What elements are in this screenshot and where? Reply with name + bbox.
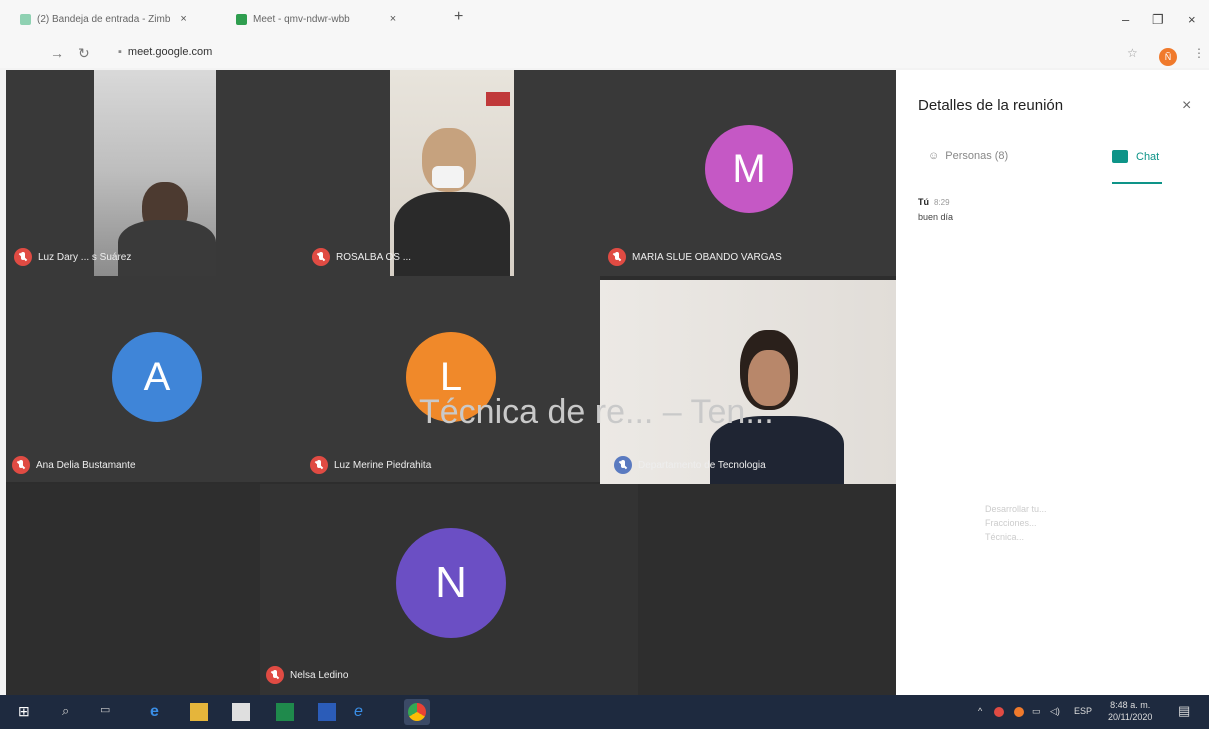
reload-icon[interactable]: ↻ [78, 45, 90, 62]
mic-off-icon [266, 666, 284, 684]
new-tab-button[interactable]: + [454, 8, 463, 26]
participant-tile[interactable]: A Ana Delia Bustamante [6, 276, 306, 482]
mic-off-icon [608, 248, 626, 266]
mic-off-icon [14, 248, 32, 266]
empty-tile [6, 484, 260, 695]
participant-tile[interactable]: Luz Dary ... s Suárez [6, 70, 216, 276]
ie-icon[interactable]: e [354, 703, 372, 721]
windows-start-icon[interactable]: ⊞ [18, 703, 36, 721]
edge-icon[interactable]: e [150, 703, 168, 721]
url-text: meet.google.com [127, 46, 213, 58]
volume-icon[interactable]: ◁) [1050, 706, 1060, 717]
store-icon[interactable] [232, 703, 250, 721]
close-window-button[interactable]: × [1188, 12, 1196, 27]
task-view-icon[interactable]: ▭ [100, 703, 118, 721]
tray-record-icon[interactable] [994, 707, 1004, 717]
browser-menu-icon[interactable]: ⋮ [1193, 46, 1205, 60]
participant-avatar: M [705, 125, 793, 213]
participant-name: ROSALBA OS ... [312, 248, 411, 266]
profile-avatar[interactable]: Ñ [1159, 48, 1177, 66]
excel-icon[interactable] [276, 703, 294, 721]
chrome-icon[interactable] [404, 699, 430, 725]
browser-tab-bar: (2) Bandeja de entrada - Zimb × Meet - q… [0, 0, 1209, 38]
close-tab-icon[interactable]: × [180, 13, 186, 25]
file-explorer-icon[interactable] [190, 703, 208, 721]
clock[interactable]: 8:48 a. m. 20/11/2020 [1108, 699, 1152, 723]
mic-icon [614, 456, 632, 474]
tab-title: (2) Bandeja de entrada - Zimb [37, 13, 171, 25]
mic-off-icon [12, 456, 30, 474]
tab-meet[interactable]: Meet - qmv-ndwr-wbb × [236, 8, 396, 30]
tab-people[interactable]: ☺ Personas (8) [928, 150, 1008, 162]
search-icon[interactable]: ⌕ [62, 703, 80, 721]
close-panel-button[interactable]: × [1182, 97, 1191, 115]
participant-avatar: A [112, 332, 202, 422]
message-sender: Tú [918, 197, 929, 207]
bookmark-star-icon[interactable]: ☆ [1127, 46, 1138, 60]
mail-icon [20, 13, 31, 25]
network-icon[interactable]: ▭ [1032, 706, 1041, 717]
url-field[interactable]: ▪ meet.google.com [118, 46, 212, 58]
participant-tile[interactable]: ROSALBA OS ... [216, 70, 514, 276]
notifications-icon[interactable]: ▤ [1178, 703, 1190, 719]
participant-name: MARIA SLUE OBANDO VARGAS [608, 248, 782, 266]
empty-tile [638, 484, 896, 695]
word-icon[interactable] [318, 703, 336, 721]
chat-icon [1112, 150, 1128, 163]
close-tab-icon[interactable]: × [390, 13, 396, 25]
windows-taskbar: ⊞ ⌕ ▭ e e ^ ▭ ◁) ESP 8:48 a. m. 20/11/20… [0, 695, 1209, 729]
participant-name: Departamento de Tecnologia [614, 456, 766, 474]
message-time: 8:29 [934, 198, 950, 207]
meet-icon [236, 13, 247, 25]
presentation-bullets: Desarrollar tu... Fracciones... Técnica.… [985, 504, 1047, 542]
message-text: buen día [918, 212, 954, 222]
participant-name: Luz Dary ... s Suárez [14, 248, 131, 266]
presentation-title: Técnica de re... – Ten... [419, 393, 774, 431]
minimize-button[interactable]: – [1122, 12, 1129, 27]
tab-inbox[interactable]: (2) Bandeja de entrada - Zimb × [20, 8, 187, 30]
tab-chat[interactable]: Chat [1112, 150, 1159, 163]
camera-feed [390, 70, 514, 276]
tray-expand-icon[interactable]: ^ [978, 706, 982, 716]
people-icon: ☺ [928, 150, 940, 162]
participant-name: Luz Merine Piedrahita [310, 456, 431, 474]
tab-title: Meet - qmv-ndwr-wbb [253, 13, 350, 25]
forward-icon[interactable]: → [50, 45, 64, 61]
language-indicator[interactable]: ESP [1074, 706, 1092, 716]
active-tab-indicator [1112, 182, 1162, 184]
participant-tile[interactable]: M MARIA SLUE OBANDO VARGAS [514, 70, 896, 276]
participant-tile[interactable]: L Luz Merine Piedrahita [306, 276, 600, 482]
participant-name: Ana Delia Bustamante [12, 456, 136, 474]
video-grid: Luz Dary ... s Suárez ROSALBA OS ... M M… [6, 70, 896, 695]
participant-avatar: N [396, 528, 506, 638]
mic-off-icon [312, 248, 330, 266]
maximize-button[interactable]: ❐ [1152, 12, 1164, 28]
participant-name: Nelsa Ledino [266, 666, 348, 684]
camera-feed [94, 70, 216, 276]
participant-tile[interactable]: Departamento de Tecnologia [600, 280, 896, 486]
participant-tile[interactable]: N Nelsa Ledino [260, 484, 638, 695]
meeting-details-panel: Detalles de la reunión × ☺ Personas (8) … [896, 70, 1209, 695]
panel-title: Detalles de la reunión [918, 97, 1064, 114]
tray-app-icon[interactable] [1014, 707, 1024, 717]
lock-icon: ▪ [118, 46, 122, 58]
mic-off-icon [310, 456, 328, 474]
